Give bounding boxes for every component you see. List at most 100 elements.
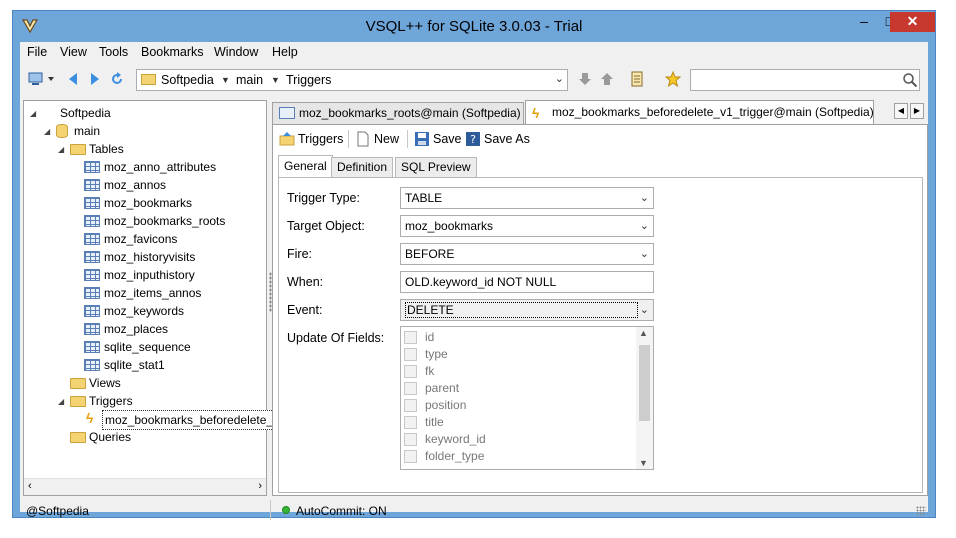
tree-node-tables[interactable]: ◢ Tables	[58, 140, 258, 158]
tab-scroll-right-icon[interactable]: ▶	[910, 103, 924, 119]
breadcrumb-main[interactable]: main	[236, 73, 263, 87]
checkbox[interactable]	[404, 331, 417, 344]
tab-bookmarks-roots[interactable]: moz_bookmarks_roots@main (Softpedia)	[272, 102, 524, 124]
general-form: Trigger Type: TABLE ⌄ Target Object: moz…	[278, 177, 923, 493]
chevron-down-icon[interactable]: ⌄	[640, 188, 649, 208]
breadcrumb-triggers[interactable]: Triggers	[286, 73, 331, 87]
tab-label: moz_bookmarks_roots@main (Softpedia)	[299, 106, 521, 120]
chevron-down-icon[interactable]: ⌄	[640, 216, 649, 236]
close-button[interactable]: ✕	[890, 12, 935, 32]
tree-table-item[interactable]: sqlite_sequence	[84, 338, 264, 356]
fire-select[interactable]: BEFORE ⌄	[400, 243, 654, 265]
bookmark-star-icon[interactable]	[664, 70, 682, 89]
chevron-down-icon[interactable]: ⌄	[640, 244, 649, 264]
tree-node-views[interactable]: Views	[70, 374, 250, 392]
when-input[interactable]: OLD.keyword_id NOT NULL	[400, 271, 654, 293]
path-breadcrumb[interactable]: Softpedia ▼ main ▼ Triggers ⌄	[136, 69, 568, 91]
menu-help[interactable]: Help	[272, 45, 298, 59]
table-icon	[84, 359, 100, 371]
move-down-icon[interactable]	[576, 71, 594, 89]
tree-node-main[interactable]: ◢ main	[44, 122, 244, 140]
tree-table-item[interactable]: moz_historyvisits	[84, 248, 264, 266]
menu-file[interactable]: File	[27, 45, 47, 59]
tree-table-item[interactable]: moz_items_annos	[84, 284, 264, 302]
save-button[interactable]: Save	[414, 129, 462, 149]
move-up-icon[interactable]	[598, 71, 616, 89]
scroll-down-icon[interactable]: ▼	[639, 458, 648, 468]
trigger-type-label: Trigger Type:	[287, 191, 360, 205]
tree-node-triggers[interactable]: ◢ Triggers	[58, 392, 258, 410]
tree-table-item[interactable]: moz_anno_attributes	[84, 158, 264, 176]
vertical-scrollbar[interactable]: ▲ ▼	[636, 327, 653, 469]
tree-node-softpedia[interactable]: ◢ Softpedia	[30, 104, 260, 122]
menu-tools[interactable]: Tools	[99, 45, 128, 59]
history-icon[interactable]	[628, 71, 646, 89]
tree-table-item[interactable]: moz_keywords	[84, 302, 264, 320]
tab-trigger-editor[interactable]: ϟ moz_bookmarks_beforedelete_v1_trigger@…	[525, 100, 874, 124]
tab-sql-preview[interactable]: SQL Preview	[395, 157, 477, 177]
scroll-left-icon[interactable]: ‹	[28, 480, 32, 492]
tree-table-item[interactable]: moz_bookmarks	[84, 194, 264, 212]
object-tree[interactable]: ◢ Softpedia ◢ main ◢ Tables moz_anno_att…	[23, 100, 277, 496]
table-icon	[84, 179, 100, 191]
tab-general[interactable]: General	[278, 155, 333, 177]
breadcrumb-softpedia[interactable]: Softpedia	[161, 73, 214, 87]
tree-table-item[interactable]: moz_inputhistory	[84, 266, 264, 284]
editor-subtabs: General Definition SQL Preview	[278, 155, 923, 177]
chevron-down-icon[interactable]: ⌄	[640, 300, 649, 320]
checkbox[interactable]	[404, 348, 417, 361]
title-bar[interactable]: VSQL++ for SQLite 3.0.03 - Trial – □ ✕	[13, 11, 935, 43]
breadcrumb-arrow-icon[interactable]: ▼	[221, 75, 230, 85]
scroll-thumb[interactable]	[639, 345, 650, 421]
forward-icon[interactable]	[86, 71, 104, 89]
tab-scroll-left-icon[interactable]: ◀	[894, 103, 908, 119]
table-icon	[84, 323, 100, 335]
fire-label: Fire:	[287, 247, 312, 261]
checkbox[interactable]	[404, 433, 417, 446]
search-icon[interactable]	[902, 72, 918, 91]
menu-bookmarks[interactable]: Bookmarks	[141, 45, 204, 59]
back-icon[interactable]	[64, 71, 82, 89]
minimize-button[interactable]: –	[851, 12, 877, 32]
expand-arrow-icon[interactable]: ◢	[44, 123, 50, 141]
folder-icon	[141, 74, 156, 85]
expand-arrow-icon[interactable]: ◢	[58, 141, 64, 159]
event-select[interactable]: DELETE ⌄	[400, 299, 654, 321]
trigger-type-select[interactable]: TABLE ⌄	[400, 187, 654, 209]
new-button[interactable]: New	[355, 129, 399, 149]
tree-table-item[interactable]: moz_bookmarks_roots	[84, 212, 264, 230]
checkbox[interactable]	[404, 399, 417, 412]
save-as-button[interactable]: ? Save As	[465, 129, 530, 149]
scroll-up-icon[interactable]: ▲	[639, 328, 648, 338]
target-object-select[interactable]: moz_bookmarks ⌄	[400, 215, 654, 237]
expand-arrow-icon[interactable]: ◢	[30, 105, 36, 123]
checkbox[interactable]	[404, 416, 417, 429]
tree-node-queries[interactable]: Queries	[70, 428, 250, 446]
horizontal-scrollbar[interactable]: ‹ ›	[24, 478, 266, 495]
menu-view[interactable]: View	[60, 45, 87, 59]
chevron-down-icon[interactable]: ⌄	[555, 72, 564, 85]
checkbox[interactable]	[404, 450, 417, 463]
connections-icon[interactable]	[28, 71, 56, 89]
menu-window[interactable]: Window	[214, 45, 258, 59]
tree-table-item[interactable]: moz_favicons	[84, 230, 264, 248]
update-fields-list[interactable]: id type fk parent position title keyword…	[400, 326, 654, 470]
search-input[interactable]	[690, 69, 920, 91]
checkbox[interactable]	[404, 365, 417, 378]
toolbar: Softpedia ▼ main ▼ Triggers ⌄	[20, 64, 928, 94]
expand-arrow-icon[interactable]: ◢	[58, 393, 64, 411]
triggers-button[interactable]: Triggers	[279, 129, 343, 149]
trigger-editor: Triggers New Save ? Save As General Defi…	[272, 124, 928, 496]
table-icon	[84, 197, 100, 209]
breadcrumb-arrow-icon[interactable]: ▼	[271, 75, 280, 85]
checkbox[interactable]	[404, 382, 417, 395]
refresh-icon[interactable]	[108, 71, 126, 89]
scroll-right-icon[interactable]: ›	[258, 480, 262, 492]
save-disk-icon	[414, 131, 430, 147]
tree-table-item[interactable]: moz_places	[84, 320, 264, 338]
tree-table-item[interactable]: sqlite_stat1	[84, 356, 264, 374]
tab-definition[interactable]: Definition	[331, 157, 394, 177]
tree-table-item[interactable]: moz_annos	[84, 176, 264, 194]
resize-grip-icon[interactable]	[916, 506, 926, 516]
tree-trigger-item[interactable]: ϟ moz_bookmarks_beforedelete_	[84, 410, 277, 430]
